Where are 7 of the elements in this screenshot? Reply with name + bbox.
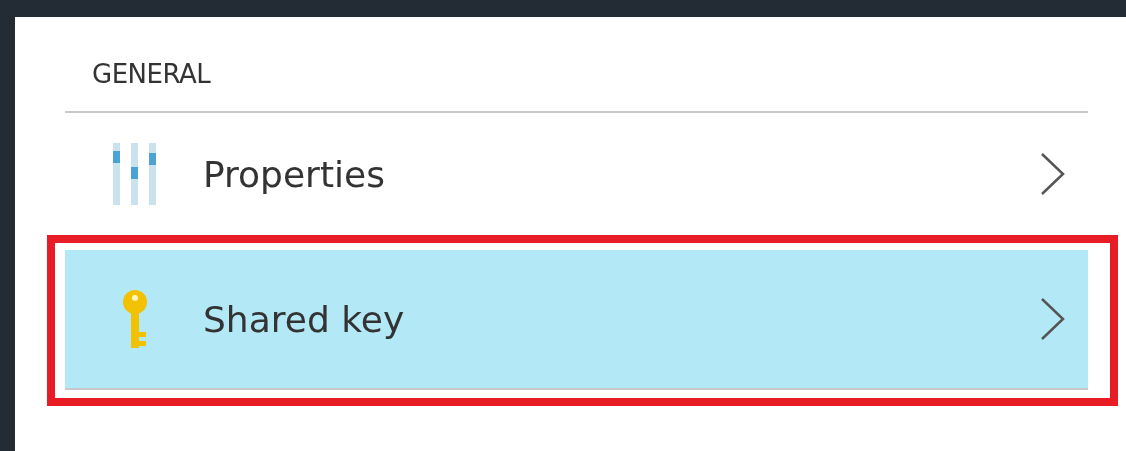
menu-item-label: Shared key (203, 298, 405, 340)
chevron-icon (1040, 297, 1066, 341)
chevron-icon (1040, 152, 1066, 196)
menu-item[interactable]: Properties (65, 113, 1088, 235)
menu-item[interactable]: Shared key (65, 250, 1088, 390)
menu-item-label: Properties (203, 153, 385, 195)
section-heading: GENERAL (65, 17, 1088, 113)
